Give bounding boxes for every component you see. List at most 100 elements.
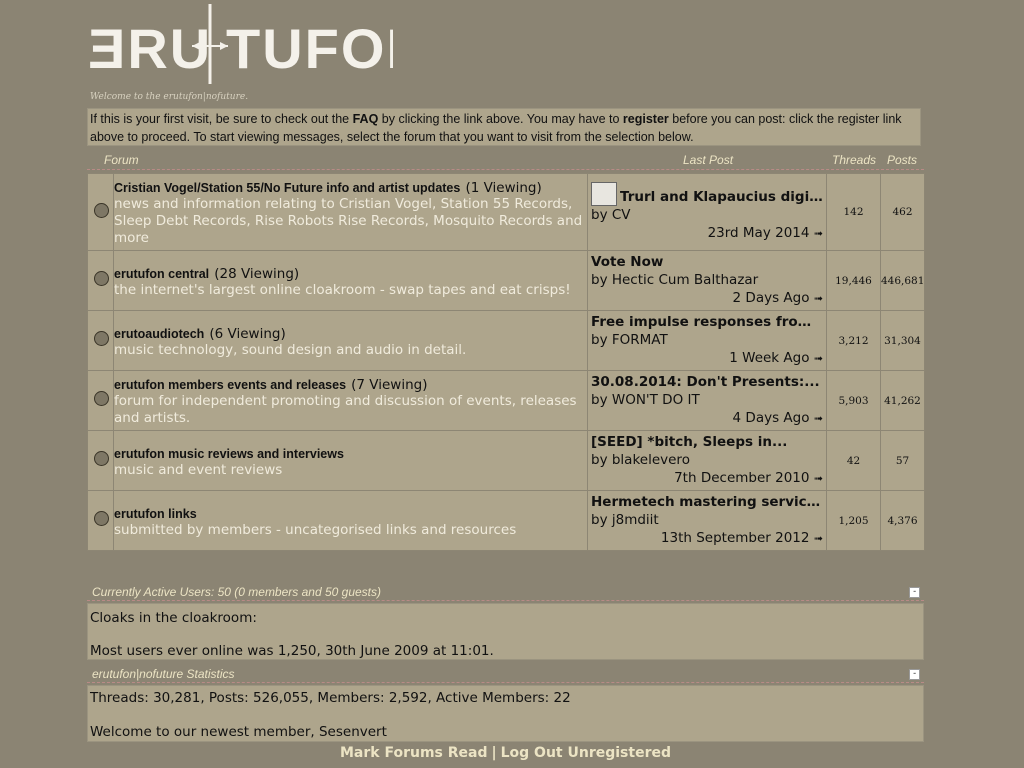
statistics-title: erutufon|nofuture Statistics [92, 667, 235, 681]
post-count: 4,376 [880, 490, 925, 551]
logout-link[interactable]: Log Out Unregistered [501, 745, 671, 761]
last-post-date: 23rd May 2014 [707, 224, 810, 241]
post-count: 462 [880, 173, 925, 251]
active-users-title: Currently Active Users: 50 (0 members an… [92, 585, 382, 599]
last-post-date: 1 Week Ago [729, 350, 810, 366]
forum-info-cell: erutufon music reviews and interviews mus… [113, 430, 588, 491]
statistics-panel: Threads: 30,281, Posts: 526,055, Members… [87, 685, 924, 742]
forum-info-cell: Cristian Vogel/Station 55/No Future info… [113, 173, 588, 251]
forum-description: music technology, sound design and audio… [114, 341, 467, 358]
collapse-active-users-button[interactable]: - [909, 587, 920, 598]
forum-info-cell: erutufon links submitted by members - unc… [113, 490, 588, 551]
last-post-title-link[interactable]: Trurl and Klapaucius digital... [620, 189, 823, 205]
forum-description: music and event reviews [114, 461, 283, 478]
last-post-title-link[interactable]: Vote Now [591, 254, 663, 270]
go-to-last-post-icon[interactable]: ➟ [814, 412, 823, 425]
thread-count: 42 [826, 430, 881, 491]
forum-title-link[interactable]: erutoaudiotech [114, 327, 204, 341]
footer-links: Mark Forums Read | Log Out Unregistered [0, 745, 1011, 761]
last-post-author[interactable]: by Hectic Cum Balthazar [591, 271, 823, 289]
footer-separator: | [491, 745, 497, 761]
forum-title-link[interactable]: erutufon links [114, 507, 197, 521]
forum-viewing-count: (6 Viewing) [209, 325, 286, 342]
forum-row: erutufon members events and releases (7 … [87, 370, 925, 431]
last-post-cell: Vote Now by Hectic Cum Balthazar 2 Days Ag… [587, 250, 827, 311]
mark-forums-read-link[interactable]: Mark Forums Read [340, 745, 488, 761]
last-post-author[interactable]: by WON'T DO IT [591, 391, 823, 409]
forum-row: Cristian Vogel/Station 55/No Future info… [87, 173, 925, 251]
go-to-last-post-icon[interactable]: ➟ [814, 227, 823, 240]
collapse-statistics-button[interactable]: - [909, 669, 920, 680]
go-to-last-post-icon[interactable]: ➟ [814, 532, 823, 545]
last-post-date: 2 Days Ago [732, 290, 810, 306]
logo-text-right: TUFON [226, 17, 393, 80]
forum-viewing-count: (7 Viewing) [351, 377, 428, 393]
last-post-date: 7th December 2010 [674, 470, 810, 486]
last-post-cell: Trurl and Klapaucius digital... by CV 23rd… [587, 173, 827, 251]
last-post-author[interactable]: by CV [591, 206, 823, 224]
last-post-cell: [SEED] *bitch, Sleeps in... by blakelever… [587, 430, 827, 491]
last-post-cell: Free impulse responses from... by FORMAT 1… [587, 310, 827, 371]
column-last-post: Last Post [683, 153, 734, 167]
last-post-title-link[interactable]: Hermetech mastering services;... [591, 494, 823, 510]
forum-info-cell: erutufon members events and releases (7 … [113, 370, 588, 431]
statistics-header: erutufon|nofuture Statistics - [87, 666, 924, 683]
forum-status-icon [94, 331, 109, 346]
site-logo[interactable]: ƎRU TUFON [88, 4, 393, 84]
last-post-cell: Hermetech mastering services;... by j8mdi… [587, 490, 827, 551]
faq-link[interactable]: FAQ [353, 112, 379, 126]
forum-status-cell [87, 490, 114, 551]
last-post-title-link[interactable]: [SEED] *bitch, Sleeps in... [591, 434, 787, 450]
register-link[interactable]: register [623, 112, 669, 126]
forum-info-cell: erutufon central (28 Viewing) the interne… [113, 250, 588, 311]
forum-description: news and information relating to Cristia… [114, 196, 583, 246]
forum-row: erutufon links submitted by members - unc… [87, 490, 925, 551]
forum-status-cell [87, 310, 114, 371]
forum-row: erutoaudiotech (6 Viewing) music technolo… [87, 310, 925, 371]
forum-table: Cristian Vogel/Station 55/No Future info… [87, 173, 925, 551]
thread-count: 142 [826, 173, 881, 251]
forum-status-cell [87, 370, 114, 431]
post-count: 446,681 [880, 250, 925, 311]
go-to-last-post-icon[interactable]: ➟ [814, 472, 823, 485]
forum-info-cell: erutoaudiotech (6 Viewing) music technolo… [113, 310, 588, 371]
forum-viewing-count: (1 Viewing) [465, 180, 542, 196]
forum-status-icon [94, 451, 109, 466]
thread-count: 1,205 [826, 490, 881, 551]
forum-status-icon [94, 202, 109, 218]
column-posts: Posts [887, 153, 918, 167]
post-count: 41,262 [880, 370, 925, 431]
forum-status-cell [87, 430, 114, 491]
forum-table-header: Forum Last Post Threads Posts [87, 152, 924, 170]
last-post-date: 13th September 2012 [660, 530, 810, 546]
forum-title-link[interactable]: Cristian Vogel/Station 55/No Future info… [114, 181, 460, 195]
last-post-date: 4 Days Ago [732, 410, 810, 426]
last-post-title-link[interactable]: Free impulse responses from... [591, 314, 823, 330]
active-users-line2: Most users ever online was 1,250, 30th J… [90, 643, 494, 659]
last-post-cell: 30.08.2014: Don't Presents:... by WON'T D… [587, 370, 827, 431]
first-visit-notice: If this is your first visit, be sure to … [87, 108, 921, 146]
notice-text-2: by clicking the link above. You may have… [378, 112, 623, 126]
go-to-last-post-icon[interactable]: ➟ [814, 292, 823, 305]
welcome-title: Welcome to the erutufon|nofuture. [90, 92, 249, 102]
user-avatar[interactable] [591, 181, 617, 206]
forum-row: erutufon music reviews and interviews mus… [87, 430, 925, 491]
active-users-panel: Cloaks in the cloakroom: Most users ever… [87, 603, 924, 660]
thread-count: 19,446 [826, 250, 881, 311]
forum-row: erutufon central (28 Viewing) the interne… [87, 250, 925, 311]
forum-title-link[interactable]: erutufon members events and releases [114, 378, 346, 392]
post-count: 31,304 [880, 310, 925, 371]
last-post-title-link[interactable]: 30.08.2014: Don't Presents:... [591, 374, 820, 390]
statistics-line1: Threads: 30,281, Posts: 526,055, Members… [90, 690, 571, 706]
forum-title-link[interactable]: erutufon central [114, 267, 209, 281]
forum-title-link[interactable]: erutufon music reviews and interviews [114, 447, 344, 461]
last-post-author[interactable]: by j8mdiit [591, 511, 823, 529]
thread-count: 3,212 [826, 310, 881, 371]
go-to-last-post-icon[interactable]: ➟ [814, 352, 823, 365]
last-post-author[interactable]: by blakelevero [591, 451, 823, 469]
last-post-author[interactable]: by FORMAT [591, 331, 823, 349]
forum-viewing-count: (28 Viewing) [214, 265, 300, 282]
post-count: 57 [880, 430, 925, 491]
active-users-header: Currently Active Users: 50 (0 members an… [87, 584, 924, 601]
forum-description: the internet's largest online cloakroom … [114, 281, 571, 298]
